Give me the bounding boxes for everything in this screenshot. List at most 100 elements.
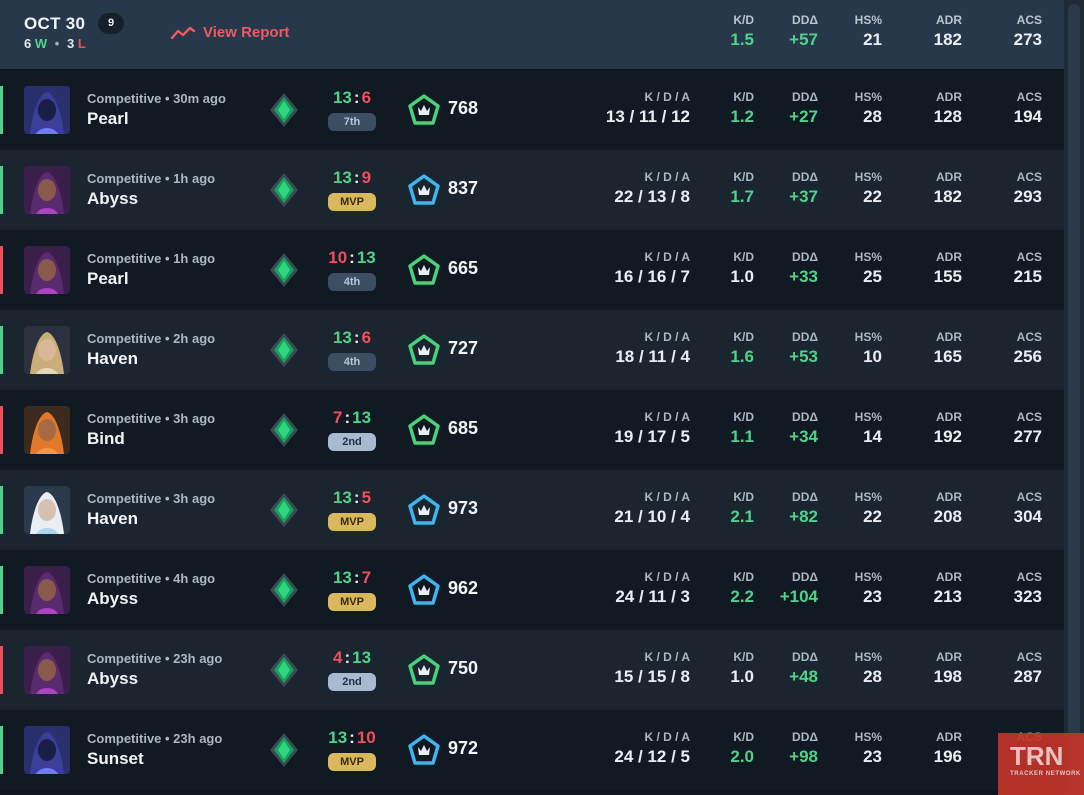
chamber-portrait (24, 326, 70, 374)
tier-green-crown-icon (408, 94, 440, 125)
score-enemy: 13 (352, 648, 372, 667)
stat-dd: DDΔ +104 (780, 570, 818, 607)
stat-label: K / D / A (644, 730, 690, 744)
stat-label: K/D (733, 170, 754, 184)
stat-value: 1.6 (730, 347, 754, 366)
stat-label: ADR (936, 410, 962, 424)
header-stat-label: K/D (733, 13, 754, 27)
stat-kd: K/D 2.2 (730, 570, 754, 607)
tier-green-crown-icon (408, 654, 440, 685)
rank-rating: 665 (448, 258, 479, 278)
stat-value: 24 / 11 / 3 (615, 587, 690, 606)
header-stat-acs: ACS 273 (1014, 13, 1042, 50)
match-row[interactable]: Competitive • 1h ago Pearl 10:13 4th 665… (0, 230, 1064, 310)
match-meta: Competitive • 1h ago (87, 171, 216, 186)
record-separator: • (54, 36, 60, 51)
stat-label: K / D / A (644, 330, 690, 344)
stat-label: K/D (733, 410, 754, 424)
stat-value: 213 (933, 587, 962, 606)
stat-label: DDΔ (792, 490, 818, 504)
stat-value: 198 (933, 667, 962, 686)
score-enemy: 13 (356, 248, 376, 267)
stat-value: 287 (1013, 667, 1042, 686)
stat-adr: ADR 208 (934, 490, 962, 527)
outcome-indicator (0, 566, 3, 614)
stat-value: 13 / 11 / 12 (605, 107, 690, 126)
stat-label: HS% (854, 650, 882, 664)
match-row[interactable]: Competitive • 2h ago Haven 13:6 4th 727 … (0, 310, 1064, 390)
score-enemy: 13 (352, 408, 372, 427)
match-row[interactable]: Competitive • 30m ago Pearl 13:6 7th 768… (0, 70, 1064, 150)
jett-portrait (24, 486, 70, 534)
stat-label: ACS (1016, 250, 1042, 264)
stat-label: ACS (1016, 170, 1042, 184)
reyna-portrait (24, 646, 70, 694)
match-row[interactable]: Competitive • 4h ago Abyss 13:7 MVP 962 … (0, 550, 1064, 630)
stat-label: K / D / A (644, 90, 690, 104)
stat-value: 194 (1013, 107, 1042, 126)
score-enemy: 5 (361, 488, 372, 507)
stat-kda: K / D / A 24 / 12 / 5 (614, 730, 690, 767)
match-row[interactable]: Competitive • 1h ago Abyss 13:9 MVP 837 … (0, 150, 1064, 230)
stat-acs: ACS 215 (1014, 250, 1042, 287)
stat-label: K/D (733, 490, 754, 504)
score-team: 7 (332, 408, 343, 427)
rank-rating: 685 (448, 418, 479, 438)
placement-badge: MVP (328, 753, 376, 771)
agent-avatar (24, 406, 70, 454)
match-score: 13:6 (320, 88, 384, 108)
match-row[interactable]: Competitive • 23h ago Abyss 4:13 2nd 750… (0, 630, 1064, 710)
wins-letter: W (34, 36, 48, 51)
stat-adr: ADR 192 (934, 410, 962, 447)
score-team: 13 (328, 728, 348, 747)
stat-value: +53 (789, 347, 818, 366)
header-stat-value: 1.5 (730, 30, 754, 49)
header-stat-value: 182 (933, 30, 962, 49)
match-row[interactable]: Competitive • 3h ago Haven 13:5 MVP 973 … (0, 470, 1064, 550)
stat-label: K / D / A (644, 250, 690, 264)
tier-green-crown-icon (408, 334, 440, 365)
stat-value: 1.2 (730, 107, 754, 126)
stat-dd: DDΔ +34 (789, 410, 818, 447)
placement-badge: 4th (328, 273, 376, 291)
stat-label: ACS (1016, 330, 1042, 344)
match-row[interactable]: Competitive • 3h ago Bind 7:13 2nd 685 K… (0, 390, 1064, 470)
tier-green-crown-icon (408, 414, 440, 445)
stat-label: ADR (936, 330, 962, 344)
win-loss-record: 6 W • 3 L (24, 36, 86, 51)
stat-dd: DDΔ +98 (789, 730, 818, 767)
match-score: 4:13 (320, 648, 384, 668)
header-stat-label: ADR (936, 13, 962, 27)
stat-dd: DDΔ +82 (789, 490, 818, 527)
header-stat-value: 273 (1013, 30, 1042, 49)
map-name: Pearl (87, 269, 129, 288)
stat-label: ADR (936, 570, 962, 584)
stat-kd: K/D 1.0 (730, 650, 754, 687)
stat-label: DDΔ (792, 730, 818, 744)
stat-value: 21 / 10 / 4 (614, 507, 690, 526)
losses-letter: L (77, 36, 86, 51)
match-score: 13:10 (320, 728, 384, 748)
stat-label: DDΔ (792, 650, 818, 664)
outcome-indicator (0, 246, 3, 294)
scrollbar-thumb[interactable] (1068, 4, 1080, 794)
stat-kda: K / D / A 21 / 10 / 4 (614, 490, 690, 527)
match-meta: Competitive • 23h ago (87, 651, 223, 666)
rank-rating: 727 (448, 338, 479, 358)
stat-hs: HS% 10 (855, 330, 882, 367)
stat-kd: K/D 1.7 (730, 170, 754, 207)
scrollbar[interactable] (1064, 0, 1084, 795)
stat-label: K/D (733, 650, 754, 664)
stat-hs: HS% 28 (855, 650, 882, 687)
stat-kd: K/D 1.1 (730, 410, 754, 447)
tier-blue-crown-icon (408, 574, 440, 605)
view-report-button[interactable]: View Report (171, 24, 289, 41)
match-row[interactable]: Competitive • 23h ago Sunset 13:10 MVP 9… (0, 710, 1064, 790)
stat-label: DDΔ (792, 570, 818, 584)
match-meta: Competitive • 2h ago (87, 331, 216, 346)
omen-portrait (24, 726, 70, 774)
watermark-subtext: TRACKER NETWORK (1010, 771, 1081, 777)
rank-rating: 972 (448, 738, 479, 758)
stat-label: HS% (854, 330, 882, 344)
score-team: 4 (332, 648, 343, 667)
